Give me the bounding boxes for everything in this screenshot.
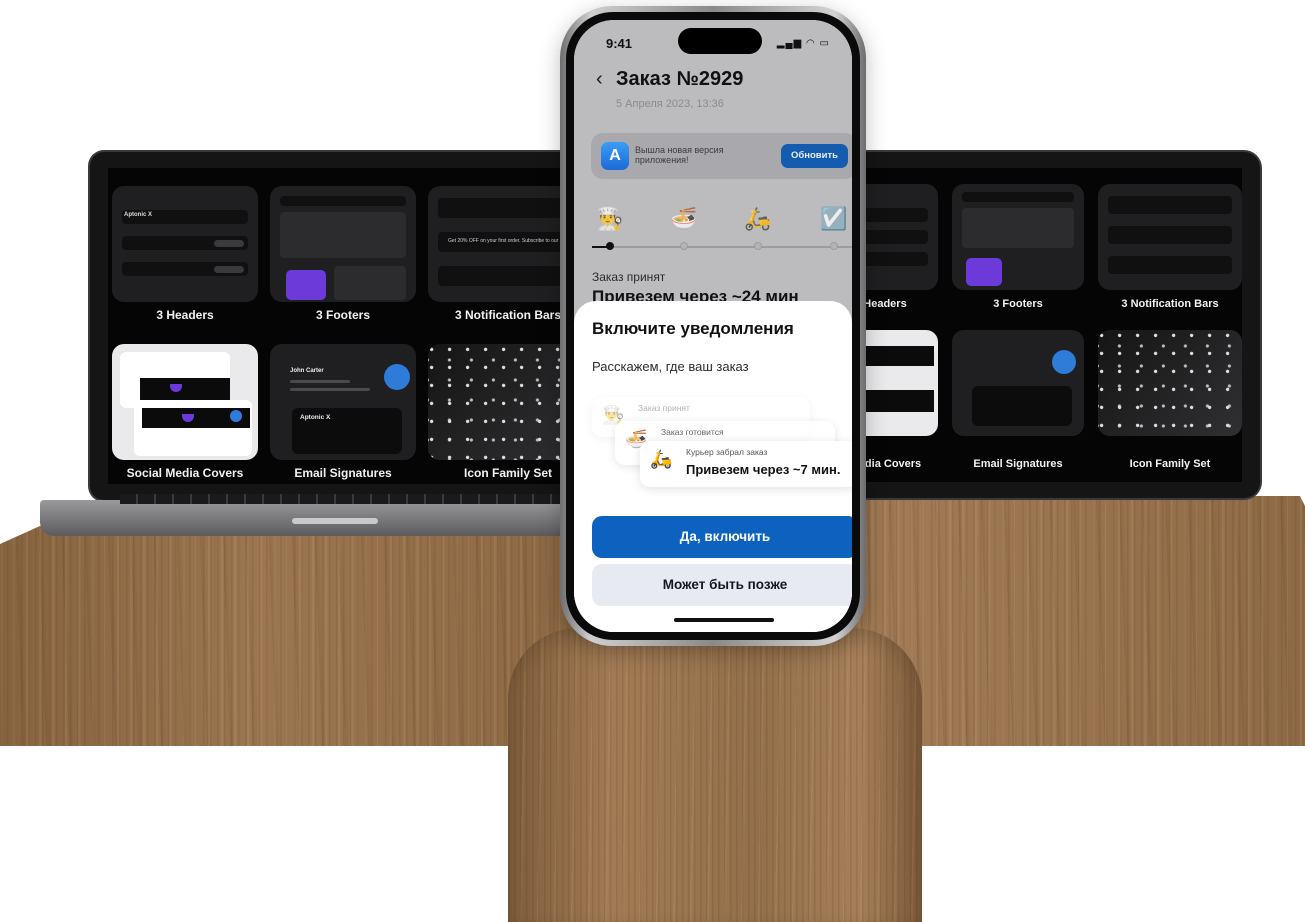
order-title: Заказ №2929 — [616, 68, 744, 90]
wooden-pedestal — [508, 628, 922, 922]
tile-footers[interactable] — [270, 186, 416, 302]
maybe-later-button[interactable]: Может быть позже — [592, 564, 852, 606]
footer-bar — [962, 192, 1074, 202]
cover-dark-band — [140, 378, 230, 400]
laptop-right-screen: Headers 3 Footers 3 Notification Bars ed… — [850, 168, 1242, 482]
notification-title: Заказ принят — [638, 403, 690, 413]
tile-social-media-covers[interactable] — [112, 344, 258, 460]
download-pill — [214, 266, 244, 273]
tile-label: Email Signatures — [973, 458, 1063, 470]
notification-title: Курьер забрал заказ — [686, 447, 768, 457]
tile-footers[interactable] — [952, 184, 1084, 290]
footer-block — [280, 212, 406, 258]
brand-label: Aptonic X — [124, 212, 152, 218]
cover-dark-band — [854, 346, 934, 366]
phone-bezel: 9:41 ▂▄▆ ◠ ▭ ‹ Заказ №2929 5 Апреля 2023… — [566, 12, 860, 640]
signature-name: John Carter — [290, 368, 324, 374]
status-icons: ▂▄▆ ◠ ▭ — [777, 38, 830, 49]
signature-line — [290, 388, 370, 391]
icon-pattern — [1098, 330, 1242, 436]
dynamic-island — [678, 28, 762, 54]
tile-label: Social Media Covers — [126, 466, 244, 480]
laptop-notch — [292, 518, 378, 524]
notification-body: Привезем через ~7 мин. — [686, 462, 841, 477]
keyboard — [120, 494, 600, 504]
tile-label: Email Signatures — [294, 466, 392, 480]
laptop-right: Headers 3 Footers 3 Notification Bars ed… — [850, 150, 1262, 500]
header-bar — [860, 252, 928, 266]
footer-purple-card — [286, 270, 326, 300]
tile-headers[interactable]: Aptonic X — [112, 186, 258, 302]
update-banner-text: Вышла новая версия приложения! — [635, 145, 724, 165]
update-button[interactable]: Обновить — [781, 144, 848, 168]
progress-dot — [754, 242, 762, 250]
tile-notification-bars[interactable] — [1098, 184, 1242, 290]
update-banner: A Вышла новая версия приложения! Обновит… — [591, 133, 852, 179]
done-checkbox-icon: ☑️ — [820, 206, 848, 231]
notification-bar — [1108, 196, 1232, 214]
notification-bar — [438, 266, 578, 286]
sheet-title: Включите уведомления — [592, 319, 794, 338]
progress-track — [592, 246, 852, 248]
courier-icon: 🛵 — [650, 449, 673, 469]
tile-label: 3 Headers — [156, 308, 214, 322]
tile-email-signatures[interactable]: John Carter Aptonic X — [270, 344, 416, 460]
signature-brand: Aptonic X — [300, 414, 331, 421]
courier-icon: 🛵 — [744, 206, 772, 231]
chevron-left-icon[interactable]: ‹ — [596, 68, 603, 91]
notification-permission-sheet: Включите уведомления Расскажем, где ваш … — [574, 301, 852, 632]
notification-title: Заказ готовится — [661, 427, 724, 437]
header-bar — [860, 230, 928, 244]
cover-dark-band — [854, 390, 934, 412]
download-pill — [214, 240, 244, 247]
enable-notifications-button[interactable]: Да, включить — [592, 516, 852, 558]
cover-avatar — [230, 410, 242, 422]
notification-preview: 🛵 Курьер забрал заказ Привезем через ~7 … — [640, 441, 852, 487]
tile-label: 3 Footers — [315, 308, 370, 322]
battery-icon: ▭ — [819, 38, 830, 49]
laptop-left-base — [40, 494, 600, 536]
notification-bar — [1108, 256, 1232, 274]
tile-icon-family-set[interactable] — [1098, 330, 1242, 436]
phone-frame: 9:41 ▂▄▆ ◠ ▭ ‹ Заказ №2929 5 Апреля 2023… — [560, 6, 866, 646]
food-icon: 🍜 — [670, 206, 698, 231]
laptop-left-screen: Aptonic X 3 Headers 3 Footers Get 20% OF… — [108, 168, 588, 484]
footer-purple-card — [966, 258, 1002, 286]
wifi-icon: ◠ — [806, 38, 816, 49]
signature-avatar — [384, 364, 410, 390]
app-store-icon: A — [601, 142, 629, 170]
progress-dot — [606, 242, 614, 250]
footer-bar — [280, 196, 406, 206]
tile-email-signatures[interactable] — [952, 330, 1084, 436]
tile-label: Icon Family Set — [1129, 458, 1211, 470]
status-time: 9:41 — [606, 36, 633, 51]
header-bar — [860, 208, 928, 222]
progress-dot — [680, 242, 688, 250]
signature-card — [972, 386, 1072, 426]
notification-bar — [438, 198, 578, 218]
signature-line — [290, 380, 350, 383]
tile-label: 3 Footers — [993, 298, 1043, 310]
footer-block — [962, 208, 1074, 248]
signature-avatar — [1052, 350, 1076, 374]
laptop-left: Aptonic X 3 Headers 3 Footers Get 20% OF… — [88, 150, 588, 502]
signal-icon: ▂▄▆ — [776, 38, 803, 49]
sheet-subtitle: Расскажем, где ваш заказ — [592, 359, 749, 374]
phone-screen: 9:41 ▂▄▆ ◠ ▭ ‹ Заказ №2929 5 Апреля 2023… — [574, 20, 852, 632]
order-status: Заказ принят — [592, 270, 666, 284]
cook-icon: 👨‍🍳 — [596, 206, 624, 231]
footer-block — [334, 266, 406, 300]
order-date: 5 Апреля 2023, 13:36 — [616, 98, 724, 110]
progress-dot — [830, 242, 838, 250]
tile-label: 3 Notification Bars — [1121, 298, 1219, 310]
home-indicator — [674, 618, 774, 622]
notification-bar — [1108, 226, 1232, 244]
